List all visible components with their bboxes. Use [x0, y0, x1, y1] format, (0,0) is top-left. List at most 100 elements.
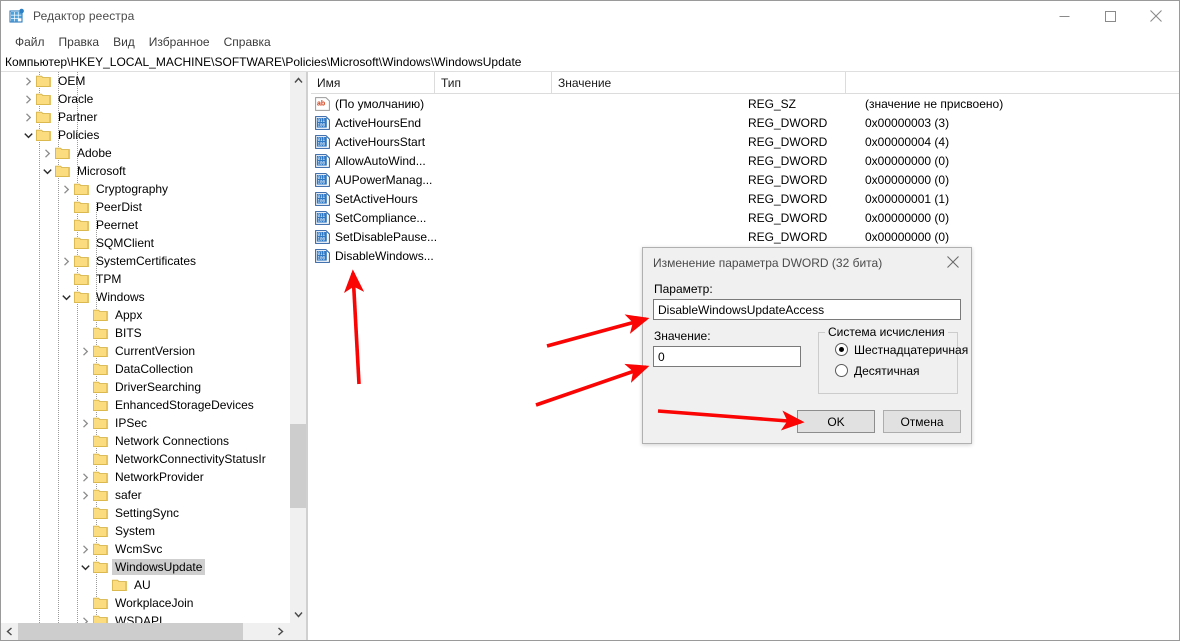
tree-node-adobe[interactable]: Adobe	[1, 144, 298, 162]
tree-node-wcmsvc[interactable]: WcmSvc	[1, 540, 298, 558]
column-header-name[interactable]: Имя	[311, 72, 435, 93]
chevron-right-icon[interactable]	[58, 181, 74, 197]
tree-node-peerdist[interactable]: PeerDist	[1, 198, 298, 216]
value-input[interactable]: 0	[653, 346, 801, 367]
tree-node-peernet[interactable]: Peernet	[1, 216, 298, 234]
value-data-cell: 0x00000000 (0)	[865, 230, 949, 244]
tree-node-partner[interactable]: Partner	[1, 108, 298, 126]
address-bar[interactable]: Компьютер\HKEY_LOCAL_MACHINE\SOFTWARE\Po…	[1, 52, 1179, 72]
table-row[interactable]: ab(По умолчанию)REG_SZ(значение не присв…	[311, 94, 1180, 113]
tree-node-networkconnectivitystatusir[interactable]: NetworkConnectivityStatusIr	[1, 450, 298, 468]
tree-scrollbar-thumb[interactable]	[290, 424, 307, 508]
close-button[interactable]	[1133, 1, 1179, 31]
svg-text:100: 100	[318, 179, 326, 184]
tree-node-networkprovider[interactable]: NetworkProvider	[1, 468, 298, 486]
tree-node-driversearching[interactable]: DriverSearching	[1, 378, 298, 396]
chevron-right-icon[interactable]	[77, 469, 93, 485]
tree-node-cryptography[interactable]: Cryptography	[1, 180, 298, 198]
list-column-headers: Имя Тип Значение	[311, 72, 1180, 94]
tree-node-label: NetworkProvider	[112, 469, 207, 485]
maximize-button[interactable]	[1087, 1, 1133, 31]
table-row[interactable]: 011100AllowAutoWind...REG_DWORD0x0000000…	[311, 151, 1180, 170]
folder-icon	[93, 416, 109, 430]
tree-node-oracle[interactable]: Oracle	[1, 90, 298, 108]
scroll-down-icon[interactable]	[290, 606, 307, 623]
menu-help[interactable]: Справка	[217, 33, 278, 51]
registry-tree-pane[interactable]: OEMOraclePartnerPoliciesAdobeMicrosoftCr…	[1, 72, 298, 623]
chevron-right-icon[interactable]	[58, 253, 74, 269]
tree-node-oem[interactable]: OEM	[1, 72, 298, 90]
folder-icon	[74, 272, 90, 286]
table-row[interactable]: 011100ActiveHoursStartREG_DWORD0x0000000…	[311, 132, 1180, 151]
tree-node-label: Microsoft	[74, 163, 129, 179]
chevron-right-icon[interactable]	[77, 415, 93, 431]
chevron-down-icon[interactable]	[77, 559, 93, 575]
folder-icon	[93, 308, 109, 322]
value-column: Значение: 0	[653, 325, 801, 394]
chevron-down-icon[interactable]	[39, 163, 55, 179]
tree-node-settingsync[interactable]: SettingSync	[1, 504, 298, 522]
table-row[interactable]: 011100SetActiveHoursREG_DWORD0x00000001 …	[311, 189, 1180, 208]
tree-node-windowsupdate[interactable]: WindowsUpdate	[1, 558, 298, 576]
table-row[interactable]: 011100SetDisablePause...REG_DWORD0x00000…	[311, 227, 1180, 246]
tree-node-workplacejoin[interactable]: WorkplaceJoin	[1, 594, 298, 612]
tree-node-tpm[interactable]: TPM	[1, 270, 298, 288]
chevron-right-icon[interactable]	[20, 73, 36, 89]
menu-edit[interactable]: Правка	[52, 33, 107, 51]
table-row[interactable]: 011100AUPowerManag...REG_DWORD0x00000000…	[311, 170, 1180, 189]
chevron-right-icon[interactable]	[20, 91, 36, 107]
dialog-close-button[interactable]	[935, 248, 971, 276]
tree-node-microsoft[interactable]: Microsoft	[1, 162, 298, 180]
menu-file[interactable]: Файл	[8, 33, 52, 51]
chevron-right-icon[interactable]	[77, 343, 93, 359]
tree-vertical-scrollbar[interactable]	[289, 72, 306, 623]
chevron-down-icon[interactable]	[58, 289, 74, 305]
param-name-input[interactable]: DisableWindowsUpdateAccess	[653, 299, 961, 320]
column-header-type[interactable]: Тип	[435, 72, 552, 93]
value-type-cell: REG_DWORD	[748, 116, 827, 130]
tree-node-enhancedstoragedevices[interactable]: EnhancedStorageDevices	[1, 396, 298, 414]
tree-node-systemcertificates[interactable]: SystemCertificates	[1, 252, 298, 270]
tree-node-appx[interactable]: Appx	[1, 306, 298, 324]
radio-decimal[interactable]: Десятичная	[835, 360, 957, 381]
svg-text:100: 100	[318, 255, 326, 260]
minimize-button[interactable]	[1041, 1, 1087, 31]
tree-leaf-marker	[77, 325, 93, 341]
ok-button[interactable]: OK	[797, 410, 875, 433]
tree-hscrollbar-thumb[interactable]	[18, 623, 243, 640]
tree-node-ipsec[interactable]: IPSec	[1, 414, 298, 432]
radio-hexadecimal[interactable]: Шестнадцатеричная	[835, 339, 957, 360]
chevron-right-icon[interactable]	[20, 109, 36, 125]
scroll-right-icon[interactable]	[272, 623, 289, 640]
scroll-left-icon[interactable]	[1, 623, 18, 640]
pane-splitter[interactable]	[306, 72, 308, 641]
cancel-button[interactable]: Отмена	[883, 410, 961, 433]
tree-node-wsdapi[interactable]: WSDAPI	[1, 612, 298, 623]
tree-leaf-marker	[77, 595, 93, 611]
folder-icon	[93, 596, 109, 610]
chevron-down-icon[interactable]	[20, 127, 36, 143]
tree-node-safer[interactable]: safer	[1, 486, 298, 504]
table-row[interactable]: 011100ActiveHoursEndREG_DWORD0x00000003 …	[311, 113, 1180, 132]
chevron-right-icon[interactable]	[77, 613, 93, 623]
table-row[interactable]: 011100SetCompliance...REG_DWORD0x0000000…	[311, 208, 1180, 227]
menu-favorites[interactable]: Избранное	[142, 33, 217, 51]
tree-leaf-marker	[77, 379, 93, 395]
column-header-value[interactable]: Значение	[552, 72, 846, 93]
scroll-up-icon[interactable]	[290, 72, 307, 89]
tree-node-system[interactable]: System	[1, 522, 298, 540]
chevron-right-icon[interactable]	[77, 541, 93, 557]
svg-text:ab: ab	[317, 100, 325, 107]
tree-node-datacollection[interactable]: DataCollection	[1, 360, 298, 378]
tree-node-policies[interactable]: Policies	[1, 126, 298, 144]
tree-node-sqmclient[interactable]: SQMClient	[1, 234, 298, 252]
tree-node-network-connections[interactable]: Network Connections	[1, 432, 298, 450]
chevron-right-icon[interactable]	[77, 487, 93, 503]
tree-node-au[interactable]: AU	[1, 576, 298, 594]
tree-horizontal-scrollbar[interactable]	[1, 623, 306, 640]
menu-view[interactable]: Вид	[106, 33, 142, 51]
tree-node-bits[interactable]: BITS	[1, 324, 298, 342]
tree-node-windows[interactable]: Windows	[1, 288, 298, 306]
chevron-right-icon[interactable]	[39, 145, 55, 161]
tree-node-currentversion[interactable]: CurrentVersion	[1, 342, 298, 360]
